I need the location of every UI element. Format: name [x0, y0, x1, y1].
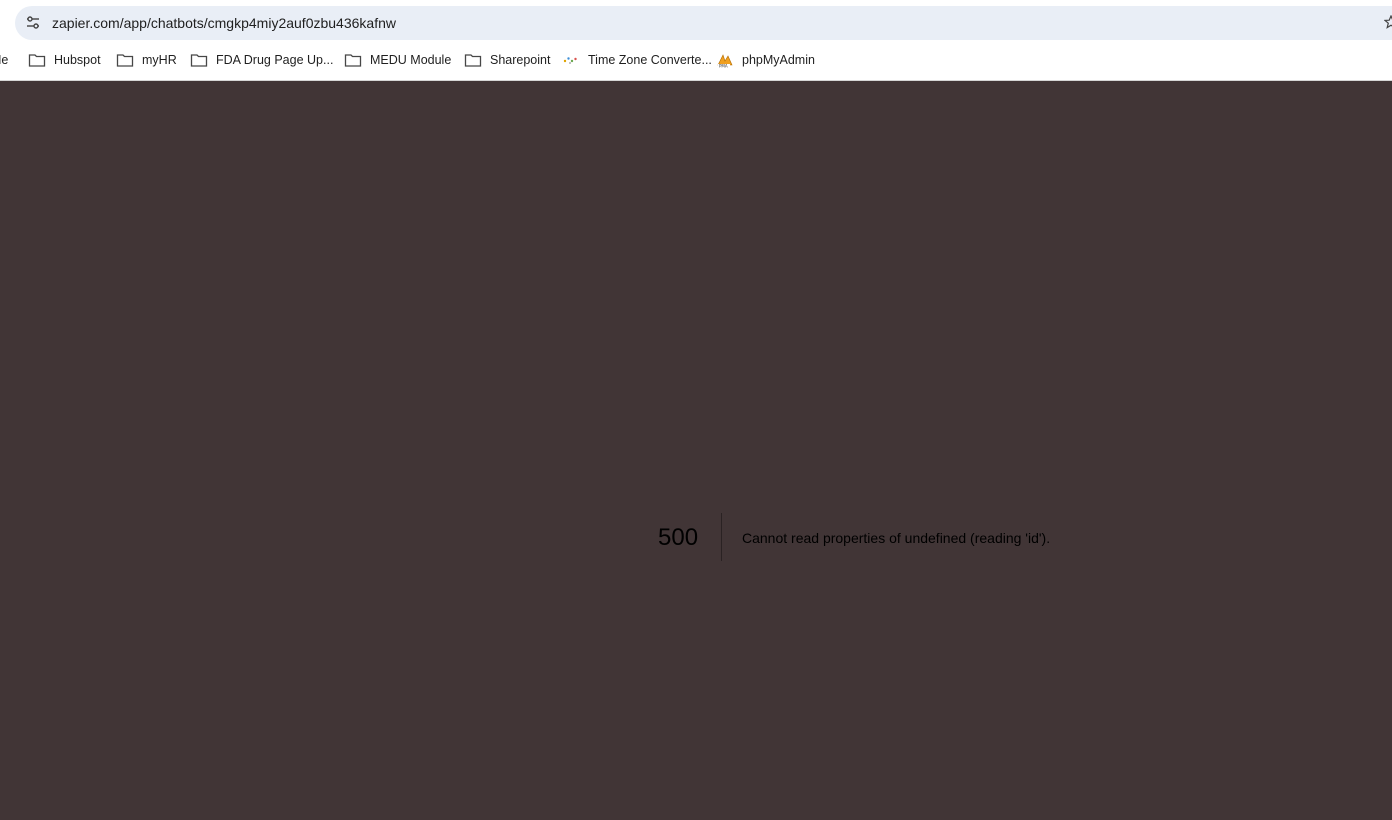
bookmark-label: Sharepoint	[490, 53, 551, 67]
bookmark-phpmyadmin[interactable]: PMA phpMyAdmin	[716, 46, 815, 74]
folder-icon	[116, 52, 134, 68]
bookmark-myhr[interactable]: myHR	[116, 46, 177, 74]
address-bar[interactable]: zapier.com/app/chatbots/cmgkp4miy2auf0zb…	[15, 6, 1392, 40]
url-text[interactable]: zapier.com/app/chatbots/cmgkp4miy2auf0zb…	[52, 15, 396, 31]
bookmark-time-zone-converter[interactable]: Time Zone Converte...	[562, 46, 712, 74]
page-content: 500 Cannot read properties of undefined …	[0, 81, 1392, 820]
folder-icon	[28, 52, 46, 68]
error-divider	[721, 513, 722, 561]
folder-icon	[190, 52, 208, 68]
bookmark-label: Time Zone Converte...	[588, 53, 712, 67]
bookmarks-bar: Me Hubspot myHR FDA Drug Page Up... MEDU	[0, 46, 1392, 74]
bookmark-hubspot[interactable]: Hubspot	[28, 46, 101, 74]
bookmark-sharepoint[interactable]: Sharepoint	[464, 46, 550, 74]
tune-icon[interactable]	[25, 15, 41, 31]
phpmyadmin-favicon: PMA	[716, 52, 734, 68]
bookmark-label: MEDU Module	[370, 53, 452, 67]
folder-icon	[344, 52, 362, 68]
folder-icon	[464, 52, 482, 68]
error-code: 500	[658, 524, 699, 551]
bookmark-fda-drug-page[interactable]: FDA Drug Page Up...	[190, 46, 333, 74]
bookmark-label: Hubspot	[54, 53, 101, 67]
bookmark-medu-module[interactable]: MEDU Module	[344, 46, 451, 74]
error-message: Cannot read properties of undefined (rea…	[742, 530, 1051, 546]
bookmark-label: phpMyAdmin	[742, 53, 815, 67]
bookmark-label: myHR	[142, 53, 177, 67]
bookmark-label: Me	[0, 53, 9, 67]
browser-chrome: zapier.com/app/chatbots/cmgkp4miy2auf0zb…	[0, 0, 1392, 81]
bookmark-me[interactable]: Me	[0, 46, 8, 74]
time-zone-favicon	[562, 52, 580, 68]
bookmark-label: FDA Drug Page Up...	[216, 53, 334, 67]
svg-text:PMA: PMA	[719, 64, 728, 69]
star-icon[interactable]	[1383, 14, 1392, 29]
